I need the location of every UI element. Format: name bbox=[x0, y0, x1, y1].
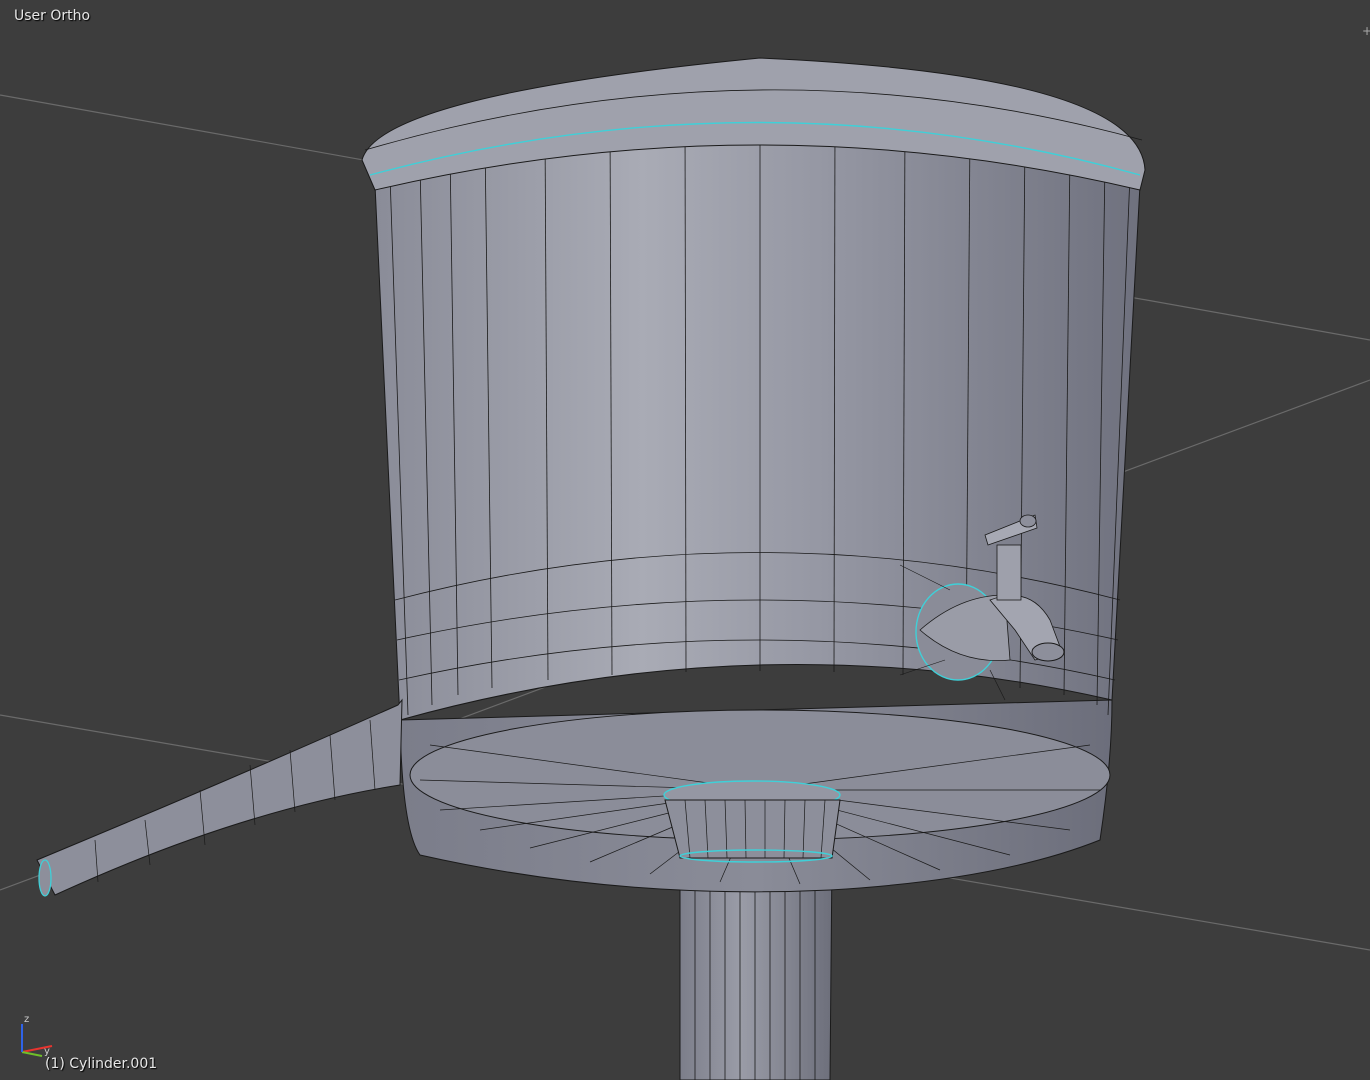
axis-gizmo: z y bbox=[21, 1014, 53, 1057]
active-object-label: (1) Cylinder.001 bbox=[45, 1056, 158, 1072]
mesh-scene[interactable] bbox=[0, 0, 1370, 1080]
side-spout bbox=[36, 698, 403, 897]
expand-icon[interactable]: + bbox=[1362, 22, 1370, 40]
y-axis-line bbox=[21, 1051, 43, 1057]
3d-viewport[interactable]: User Ortho + z y (1) Cylinder.001 bbox=[0, 0, 1370, 1080]
view-mode-label: User Ortho bbox=[14, 8, 91, 24]
bowl-bottom bbox=[399, 699, 1113, 893]
z-axis-label: z bbox=[24, 1014, 29, 1025]
